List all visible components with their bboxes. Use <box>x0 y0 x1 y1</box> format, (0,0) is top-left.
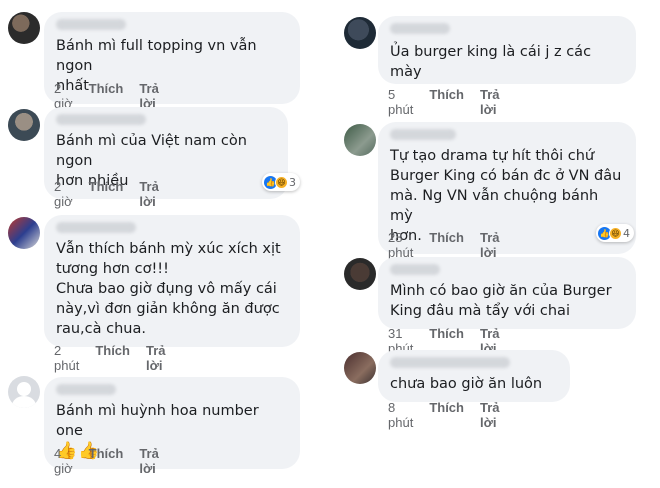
comment-time[interactable]: 2 phút <box>54 343 79 373</box>
reaction-count: 4 <box>623 226 630 240</box>
reply-button[interactable]: Trả lời <box>480 230 500 260</box>
avatar[interactable] <box>344 17 376 49</box>
like-button[interactable]: Thích <box>89 179 124 209</box>
reaction-summary[interactable]: 👍 😆 4 <box>596 224 634 242</box>
reaction-summary[interactable]: 👍 😆 3 <box>262 173 300 191</box>
like-button[interactable]: Thích <box>429 87 464 117</box>
comment-bubble: Vẫn thích bánh mỳ xúc xích xịt tương hơn… <box>44 215 300 347</box>
author-name-blurred[interactable] <box>390 357 510 368</box>
avatar[interactable] <box>344 124 376 156</box>
comment-text: Bánh mì huỳnh hoa number one <box>56 403 259 439</box>
author-name-blurred[interactable] <box>390 23 450 34</box>
avatar[interactable] <box>8 217 40 249</box>
comment-text: Vẫn thích bánh mỳ xúc xích xịt tương hơn… <box>56 241 281 337</box>
avatar[interactable] <box>8 12 40 44</box>
comment-actions: 8 phút Thích Trả lời <box>388 400 500 430</box>
comment-bubble: chưa bao giờ ăn luôn <box>378 350 570 402</box>
reply-button[interactable]: Trả lời <box>139 446 159 476</box>
comment-actions: 28 phút Thích Trả lời <box>388 230 499 260</box>
author-name-blurred[interactable] <box>56 222 136 233</box>
author-name-blurred[interactable] <box>56 19 126 30</box>
comment-actions: 5 phút Thích Trả lời <box>388 87 500 117</box>
reply-button[interactable]: Trả lời <box>480 400 500 430</box>
comment-time[interactable]: 8 phút <box>388 400 413 430</box>
like-button[interactable]: Thích <box>429 400 464 430</box>
comment-text: chưa bao giờ ăn luôn <box>390 376 543 392</box>
like-button[interactable]: Thích <box>89 446 124 476</box>
comment-bubble: Ủa burger king là cái j z các mày <box>378 16 636 84</box>
comment-bubble: Mình có bao giờ ăn của Burger King đâu m… <box>378 257 636 329</box>
reply-button[interactable]: Trả lời <box>139 179 159 209</box>
like-button[interactable]: Thích <box>429 230 464 260</box>
author-name-blurred[interactable] <box>390 129 456 140</box>
comment-time[interactable]: 28 phút <box>388 230 413 260</box>
reply-button[interactable]: Trả lời <box>146 343 166 373</box>
avatar[interactable] <box>8 376 40 408</box>
like-button[interactable]: Thích <box>95 343 130 373</box>
comment-actions: 2 phút Thích Trả lời <box>54 343 166 373</box>
avatar[interactable] <box>8 109 40 141</box>
comment-time[interactable]: 2 giờ <box>54 179 73 209</box>
author-name-blurred[interactable] <box>56 384 116 395</box>
comment-text: Mình có bao giờ ăn của Burger King đâu m… <box>390 283 612 319</box>
comment-time[interactable]: 4 giờ <box>54 446 73 476</box>
reply-button[interactable]: Trả lời <box>480 87 500 117</box>
reaction-count: 3 <box>289 175 296 189</box>
comment-text: Ủa burger king là cái j z các mày <box>390 44 592 80</box>
haha-icon: 😆 <box>609 226 622 240</box>
author-name-blurred[interactable] <box>56 114 146 125</box>
avatar[interactable] <box>344 258 376 290</box>
avatar[interactable] <box>344 352 376 384</box>
author-name-blurred[interactable] <box>390 264 440 275</box>
haha-icon: 😆 <box>275 175 288 189</box>
comment-actions: 2 giờ Thích Trả lời <box>54 179 159 209</box>
comment-actions: 4 giờ Thích Trả lời <box>54 446 159 476</box>
comment-time[interactable]: 5 phút <box>388 87 413 117</box>
